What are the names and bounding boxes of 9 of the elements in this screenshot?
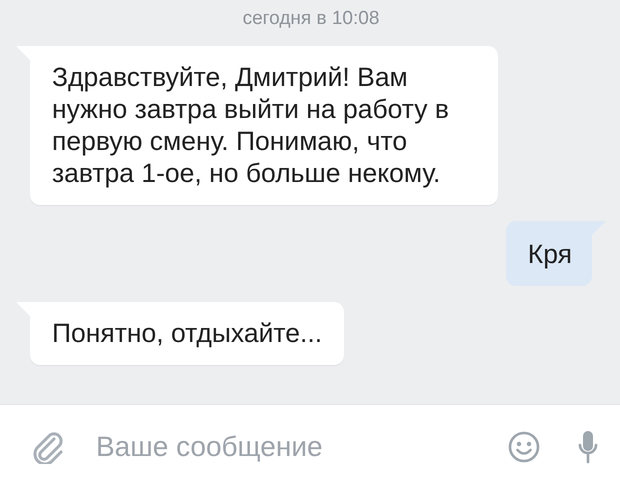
microphone-icon[interactable]: [578, 430, 598, 464]
emoji-icon[interactable]: [508, 430, 540, 462]
outgoing-message: Кря: [506, 221, 592, 286]
message-date: сегодня в 10:08: [242, 7, 380, 31]
attach-icon[interactable]: [32, 430, 64, 464]
message-composer[interactable]: Ваше сообщение: [0, 404, 620, 488]
message-input[interactable]: Ваше сообщение: [96, 426, 508, 468]
incoming-message: Понятно, отдыхайте...: [30, 302, 344, 365]
incoming-message: Здравствуйте, Дмитрий! Вам нужно завтра выйти на работу в первую смену. Понимаю, что завтра 1-ое, но больше некому.: [30, 46, 498, 205]
